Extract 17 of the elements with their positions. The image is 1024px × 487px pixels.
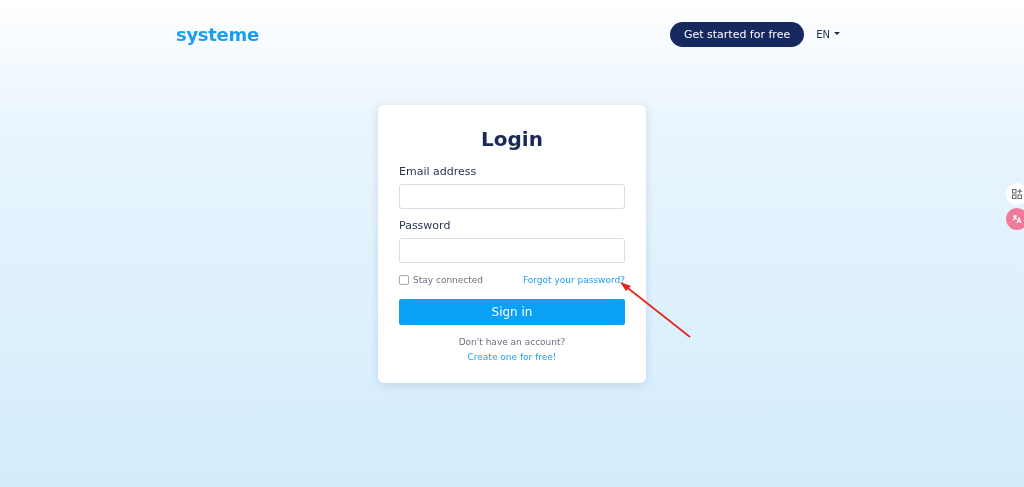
translate-icon[interactable] xyxy=(1006,208,1024,230)
caret-icon xyxy=(834,32,840,36)
login-title: Login xyxy=(480,127,544,151)
input-field[interactable] xyxy=(399,238,625,263)
sign-in-button[interactable]: Sign in xyxy=(399,299,625,325)
signup-prompt: Don't have an account? xyxy=(458,337,566,347)
checkbox-label: Stay connected xyxy=(413,275,484,285)
get-started-button[interactable]: Get started for free xyxy=(669,21,805,47)
field-label: Email address xyxy=(399,165,478,178)
grid-icon[interactable] xyxy=(1006,183,1024,205)
field-label: Password xyxy=(399,219,452,232)
checkbox[interactable] xyxy=(399,275,409,285)
signup-link[interactable]: Create one for free! xyxy=(467,352,557,362)
forgot-password-link[interactable]: Forgot your password? xyxy=(522,275,625,285)
logo[interactable]: systeme xyxy=(176,23,259,45)
language-selector[interactable]: EN xyxy=(812,28,844,40)
input-field[interactable] xyxy=(399,184,625,209)
